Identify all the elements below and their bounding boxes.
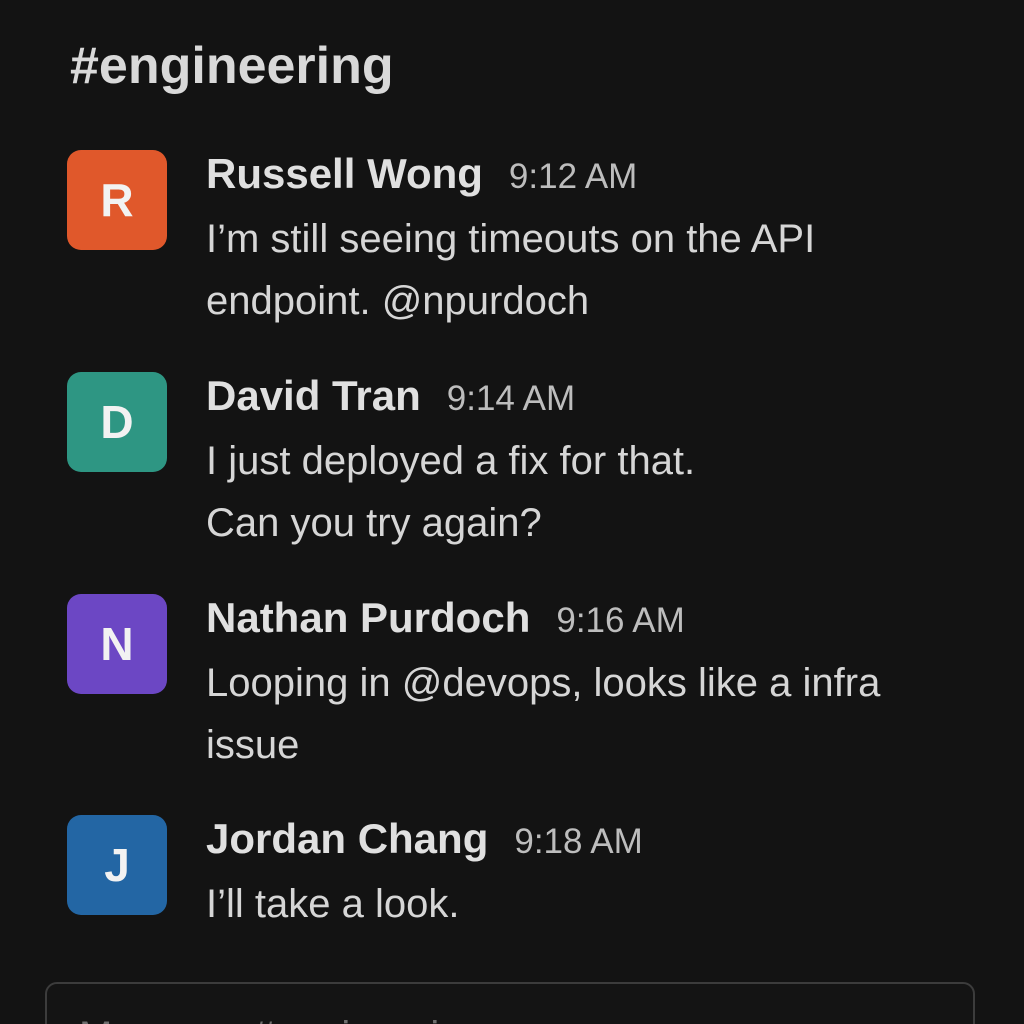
author-name[interactable]: Jordan Chang bbox=[206, 815, 488, 863]
avatar[interactable]: R bbox=[67, 150, 167, 250]
message-text: I just deployed a fix for that. Can you … bbox=[206, 430, 986, 554]
message-line: I’ll take a look. bbox=[206, 882, 460, 926]
timestamp[interactable]: 9:14 AM bbox=[447, 379, 575, 419]
message-line: I’m still seeing timeouts on the API bbox=[206, 217, 816, 261]
channel-title: #engineering bbox=[70, 36, 394, 96]
message-line: issue bbox=[206, 723, 300, 767]
message-composer[interactable] bbox=[45, 982, 975, 1024]
message-meta: David Tran 9:14 AM bbox=[206, 372, 986, 428]
message-text: Looping in @devops, looks like a infra i… bbox=[206, 652, 986, 776]
avatar[interactable]: N bbox=[67, 594, 167, 694]
author-name[interactable]: Nathan Purdoch bbox=[206, 594, 530, 642]
chat-window: #engineering R Russell Wong 9:12 AM I’m … bbox=[0, 0, 1024, 1024]
timestamp[interactable]: 9:12 AM bbox=[509, 157, 637, 197]
message-line: endpoint. @npurdoch bbox=[206, 279, 590, 323]
message-line: I just deployed a fix for that. bbox=[206, 439, 696, 483]
message-line: Can you try again? bbox=[206, 501, 542, 545]
timestamp[interactable]: 9:16 AM bbox=[556, 601, 684, 641]
message-body: Russell Wong 9:12 AM I’m still seeing ti… bbox=[206, 150, 986, 332]
message-meta: Russell Wong 9:12 AM bbox=[206, 150, 986, 206]
channel-hash-icon: # bbox=[70, 37, 99, 95]
message-body: Nathan Purdoch 9:16 AM Looping in @devop… bbox=[206, 594, 986, 776]
message-body: David Tran 9:14 AM I just deployed a fix… bbox=[206, 372, 986, 554]
timestamp[interactable]: 9:18 AM bbox=[514, 822, 642, 862]
message-body: Jordan Chang 9:18 AM I’ll take a look. bbox=[206, 815, 986, 935]
message-text: I’m still seeing timeouts on the API end… bbox=[206, 208, 986, 332]
avatar[interactable]: D bbox=[67, 372, 167, 472]
avatar[interactable]: J bbox=[67, 815, 167, 915]
message-text: I’ll take a look. bbox=[206, 873, 986, 935]
message-input[interactable] bbox=[77, 1010, 941, 1024]
author-name[interactable]: David Tran bbox=[206, 372, 421, 420]
message-meta: Nathan Purdoch 9:16 AM bbox=[206, 594, 986, 650]
author-name[interactable]: Russell Wong bbox=[206, 150, 483, 198]
message-meta: Jordan Chang 9:18 AM bbox=[206, 815, 986, 871]
message-line: Looping in @devops, looks like a infra bbox=[206, 661, 881, 705]
channel-name: engineering bbox=[98, 37, 394, 95]
